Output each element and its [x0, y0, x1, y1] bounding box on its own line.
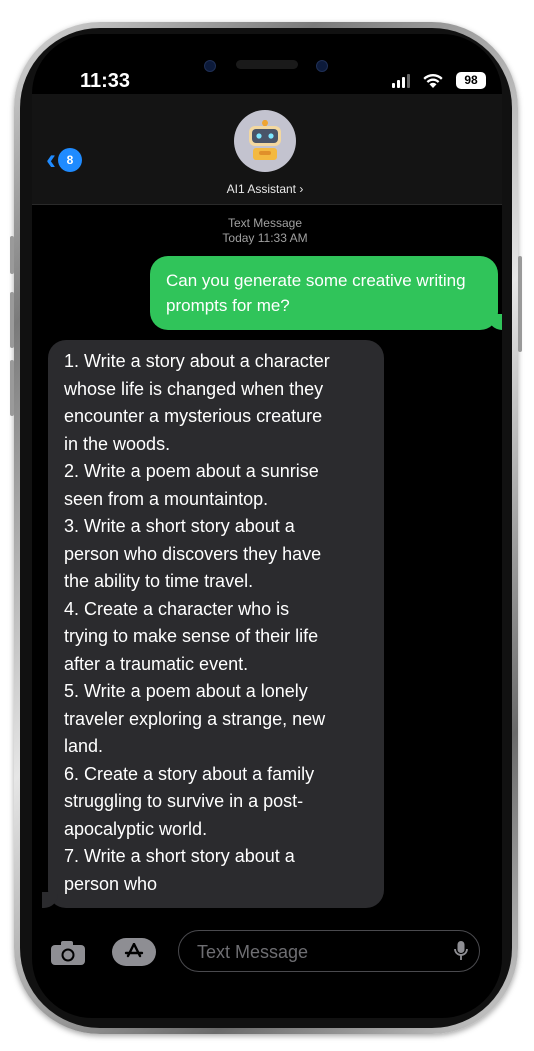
incoming-line: person who: [64, 873, 158, 894]
outgoing-message-text: Can you generate some creative writing p…: [166, 271, 466, 315]
message-input[interactable]: [195, 939, 439, 965]
incoming-line: struggling to survive in a post-: [64, 791, 304, 811]
incoming-line: land.: [64, 736, 104, 756]
thread-meta: Text Message Today 11:33 AM: [32, 216, 498, 246]
battery-icon: 98: [456, 72, 486, 89]
conversation-header: ‹ 8 AI1 Assistant ›: [32, 94, 502, 205]
incoming-line: traveler exploring a strange, new: [64, 708, 326, 729]
signal-icon: [392, 74, 410, 88]
incoming-line: trying to make sense of their life: [64, 626, 319, 646]
incoming-line: seen from a mountaintop.: [64, 488, 269, 509]
robot-avatar-icon[interactable]: [234, 110, 296, 172]
incoming-line: after a traumatic event.: [64, 653, 249, 674]
incoming-line: 2. Write a poem about a sunrise: [64, 461, 319, 481]
incoming-line: 4. Create a character who is: [64, 598, 290, 619]
message-type-label: Text Message: [227, 216, 303, 230]
unread-count-badge: 8: [58, 148, 82, 172]
incoming-line: 3. Write a short story about a: [64, 516, 295, 536]
incoming-line: person who discovers they have: [64, 543, 322, 564]
incoming-line: in the woods.: [64, 433, 171, 454]
phone-screen: 11:33 98 ‹ 8 AI1 Assistant › Text Messag…: [32, 34, 502, 1018]
message-timestamp: Today 11:33 AM: [222, 231, 308, 245]
robot-icon: [249, 120, 281, 160]
incoming-message-bubble[interactable]: 1. Write a story about a character whose…: [42, 340, 384, 908]
volume-up-button: [10, 236, 14, 274]
incoming-line: the ability to time travel.: [64, 571, 254, 591]
incoming-line: apocalyptic world.: [64, 818, 208, 839]
microphone-icon[interactable]: [453, 940, 469, 962]
back-button[interactable]: ‹ 8: [46, 143, 82, 176]
bubble-tail: [488, 314, 502, 330]
status-time: 11:33: [80, 70, 131, 92]
volume-down-button: [10, 292, 14, 348]
app-store-icon: [124, 943, 144, 958]
chevron-left-icon: ‹: [46, 143, 56, 176]
incoming-line: 1. Write a story about a character: [64, 351, 330, 371]
wifi-icon: [423, 73, 443, 88]
message-input-bar: [32, 930, 502, 980]
power-button: [518, 256, 522, 352]
message-text-field[interactable]: [178, 930, 480, 972]
earpiece-speaker: [236, 60, 298, 69]
incoming-line: encounter a mysterious creature: [64, 406, 323, 426]
volume-down-button-2: [10, 360, 14, 416]
face-id-sensor: [316, 60, 328, 72]
bubble-tail: [42, 892, 58, 908]
outgoing-message-bubble[interactable]: Can you generate some creative writing p…: [150, 256, 502, 330]
contact-name[interactable]: AI1 Assistant ›: [32, 182, 498, 196]
incoming-line: 5. Write a poem about a lonely: [64, 681, 308, 701]
camera-icon[interactable]: [50, 940, 86, 966]
app-store-button[interactable]: [112, 938, 156, 966]
incoming-line: 6. Create a story about a family: [64, 763, 315, 784]
incoming-line: 7. Write a short story about a: [64, 846, 295, 866]
notch: [144, 34, 388, 88]
front-camera: [204, 60, 216, 72]
incoming-line: whose life is changed when they: [64, 378, 324, 399]
